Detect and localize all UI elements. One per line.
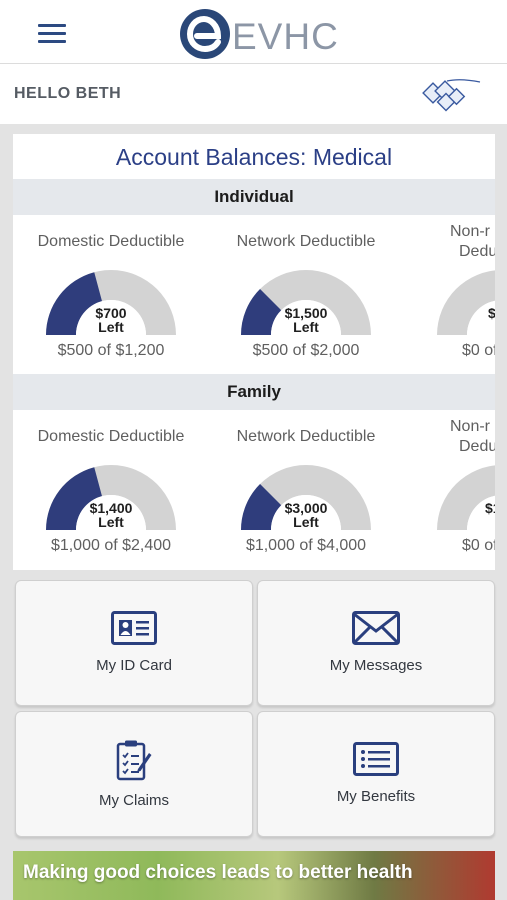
tile-label: My ID Card (96, 657, 172, 674)
gauge-left-word: L (402, 515, 495, 529)
gauge-used-text: $0 of (462, 342, 495, 359)
balances-title: Account Balances: Medical (115, 144, 393, 170)
section-individual: Individual (13, 179, 495, 215)
list-icon (353, 742, 399, 781)
gauge-left-word: Left (98, 514, 124, 530)
gauge-left-amount: $1,400 (89, 500, 133, 516)
gauge-left-word: L (402, 320, 495, 334)
gauge-label-line1: Non-r (450, 418, 491, 435)
gauge-label: Network Deductible (236, 233, 376, 250)
my-id-card-button[interactable]: My ID Card (15, 580, 253, 706)
gauge-used-text: $1,000 of $2,400 (50, 537, 172, 554)
gauge-used-text: $0 of (462, 537, 495, 554)
tile-label: My Benefits (336, 788, 416, 805)
my-claims-button[interactable]: My Claims (15, 711, 253, 837)
gauge-label-line2: Dedu (459, 243, 495, 260)
gauge-label: Domestic Deductible (37, 233, 185, 250)
gauge-family-domestic[interactable]: Domestic Deductible $1,400 Left $1,000 o… (13, 424, 211, 570)
gauge-family-network[interactable]: Network Deductible $3,000 Left $1,000 of… (206, 424, 406, 570)
gauge-label: Network Deductible (236, 428, 376, 445)
top-bar: EVHC (0, 0, 507, 64)
gauge-left-amount: $1,500 (284, 305, 328, 321)
associates-logo (420, 74, 486, 116)
envelope-icon (352, 611, 400, 650)
greeting-text: HELLO BETH (14, 85, 122, 102)
banner-text: Making good choices leads to better heal… (23, 862, 413, 883)
gauge-left-amount: $700 (95, 305, 127, 321)
gauge-used-text: $500 of $1,200 (57, 342, 165, 359)
account-balances-card: Account Balances: Medical Individual Dom… (13, 134, 495, 570)
health-banner[interactable]: Making good choices leads to better heal… (13, 851, 495, 900)
gauge-individual-domestic[interactable]: Domestic Deductible $700 Left $500 of $1… (13, 229, 211, 379)
gauge-left-word: Left (293, 514, 319, 530)
my-benefits-button[interactable]: My Benefits (257, 711, 495, 837)
id-card-icon (111, 611, 157, 650)
gauge-individual-network[interactable]: Network Deductible $1,500 Left $500 of $… (206, 229, 406, 379)
gauge-individual-non-network[interactable]: Non-r Dedu $5 L $0 of (402, 222, 495, 372)
gauge-left-word: Left (293, 319, 319, 335)
gauge-left-amount: $3,000 (284, 500, 328, 516)
gauge-label-line1: Non-r (450, 223, 491, 240)
hamburger-menu-icon[interactable] (38, 24, 66, 46)
logo-circle-icon (180, 9, 230, 59)
logo-text: EVHC (232, 16, 339, 57)
tile-label: My Claims (99, 792, 169, 809)
gauge-label: Domestic Deductible (37, 428, 185, 445)
gauge-left-amount: $10 (485, 500, 495, 516)
gauge-left-word: Left (98, 319, 124, 335)
section-family: Family (13, 374, 495, 410)
gauge-used-text: $500 of $2,000 (252, 342, 360, 359)
clipboard-icon (116, 739, 152, 786)
evhc-logo: EVHC (180, 9, 340, 61)
gauge-used-text: $1,000 of $4,000 (245, 537, 367, 554)
gauge-left-amount: $5 (488, 305, 495, 321)
gauge-label-line2: Dedu (459, 438, 495, 455)
gauge-family-non-network[interactable]: Non-r Dedu $10 L $0 of (402, 417, 495, 567)
my-messages-button[interactable]: My Messages (257, 580, 495, 706)
tile-label: My Messages (329, 657, 423, 674)
